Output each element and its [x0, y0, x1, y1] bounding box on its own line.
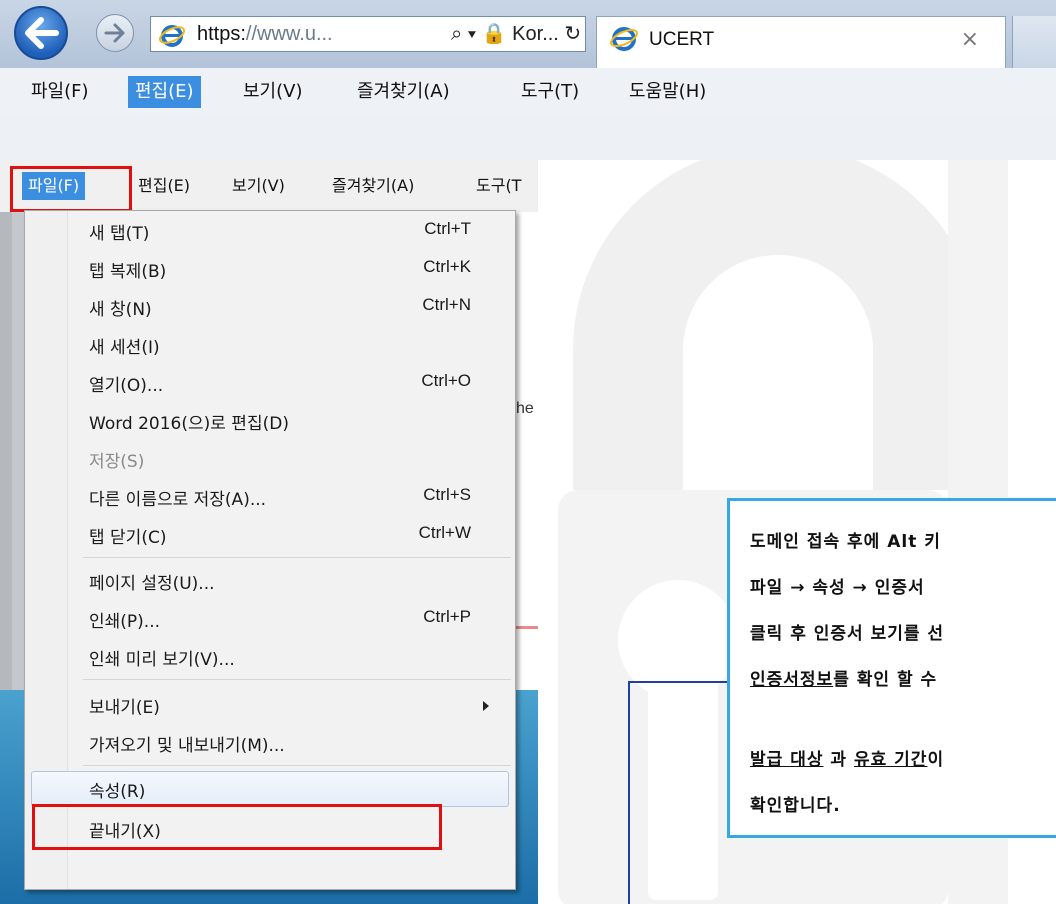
menu-label: 저장(S): [89, 452, 145, 472]
inset-page-fragment: he: [516, 400, 534, 417]
menu-shortcut: Ctrl+T: [424, 219, 471, 238]
new-tab-area[interactable]: [1012, 16, 1056, 68]
menu-tools[interactable]: 도구(T): [514, 76, 586, 108]
callout-line-4-rest: 를 확인 할 수: [833, 670, 938, 690]
callout-connector: [628, 681, 729, 683]
menu-label: 새 탭(T): [89, 224, 150, 244]
menu-item-send[interactable]: 보내기(E): [25, 687, 515, 723]
inset-menu-tools[interactable]: 도구(T: [470, 172, 527, 200]
menu-item-close-tab[interactable]: 탭 닫기(C) Ctrl+W: [25, 517, 515, 553]
cert-info-link: 인증서정보: [750, 670, 834, 690]
callout-line-3: 클릭 후 인증서 보기를 선: [750, 624, 945, 644]
menu-label: 속성(R): [89, 782, 146, 802]
instruction-callout: 도메인 접속 후에 Alt 키 파일 → 속성 → 인증서 클릭 후 인증서 보…: [727, 498, 1056, 838]
menu-favorites[interactable]: 즐겨찾기(A): [350, 76, 457, 108]
callout-line-1: 도메인 접속 후에 Alt 키: [750, 532, 941, 552]
menu-shortcut: Ctrl+P: [423, 607, 471, 626]
url-field[interactable]: https://www.u... ⌕ ▾ 🔒 Kor... ↻: [150, 16, 586, 52]
menu-item-new-tab[interactable]: 새 탭(T) Ctrl+T: [25, 213, 515, 249]
menu-label: 인쇄 미리 보기(V)...: [89, 650, 235, 670]
menu-label: 다른 이름으로 저장(A)...: [89, 490, 267, 510]
menu-label: 보내기(E): [89, 698, 160, 718]
menu-item-edit-word[interactable]: Word 2016(으)로 편집(D): [25, 403, 515, 439]
address-bar: https://www.u... ⌕ ▾ 🔒 Kor... ↻ UCERT ×: [0, 0, 1056, 69]
menu-shortcut: Ctrl+N: [422, 295, 471, 314]
menu-file[interactable]: 파일(F): [24, 76, 96, 108]
valid-period-label: 유효 기간: [853, 750, 928, 770]
menu-item-save: 저장(S): [25, 441, 515, 477]
forward-button[interactable]: [96, 14, 134, 52]
inset-menu-view[interactable]: 보기(V): [226, 172, 291, 200]
tab-ucert[interactable]: UCERT ×: [596, 16, 1006, 68]
menu-label: 새 세션(I): [89, 338, 160, 358]
menu-help[interactable]: 도움말(H): [622, 76, 713, 108]
menu-label: 탭 닫기(C): [89, 528, 167, 548]
close-tab-icon[interactable]: ×: [961, 27, 979, 52]
menu-shortcut: Ctrl+O: [421, 371, 471, 390]
menu-label: Word 2016(으)로 편집(D): [89, 414, 289, 434]
menu-shortcut: Ctrl+K: [423, 257, 471, 276]
callout-line-2: 파일 → 속성 → 인증서: [750, 578, 925, 598]
inset-divider: [516, 626, 538, 629]
ie-logo-icon: [159, 25, 185, 47]
submenu-arrow-icon: [483, 701, 489, 711]
command-strip: [0, 116, 1056, 161]
callout-line-5-rest: 이: [927, 750, 945, 770]
menu-item-print[interactable]: 인쇄(P)... Ctrl+P: [25, 601, 515, 637]
callout-line-6: 확인합니다.: [750, 796, 841, 816]
arrow-left-icon: [25, 17, 59, 49]
file-menu-dropdown: 새 탭(T) Ctrl+T 탭 복제(B) Ctrl+K 새 창(N) Ctrl…: [24, 210, 516, 890]
back-button[interactable]: [14, 6, 68, 60]
callout-line-5-mid: 과: [823, 750, 854, 770]
menu-item-import-export[interactable]: 가져오기 및 내보내기(M)...: [25, 725, 515, 761]
menu-label: 인쇄(P)...: [89, 612, 161, 632]
menu-label: 가져오기 및 내보내기(M)...: [89, 736, 285, 756]
menu-label: 탭 복제(B): [89, 262, 167, 282]
menu-item-new-window[interactable]: 새 창(N) Ctrl+N: [25, 289, 515, 325]
menu-item-duplicate-tab[interactable]: 탭 복제(B) Ctrl+K: [25, 251, 515, 287]
inset-menu-edit[interactable]: 편집(E): [132, 172, 196, 200]
callout-line-4: 인증서정보를 확인 할 수: [750, 665, 937, 690]
url-tools-group[interactable]: ⌕ ▾ 🔒 Kor... ↻: [451, 21, 581, 46]
arrow-right-icon: [104, 23, 125, 43]
file-menu-highlight: [10, 166, 132, 212]
menu-shortcut: Ctrl+W: [418, 523, 471, 542]
menu-label: 페이지 설정(U)...: [89, 574, 215, 594]
issued-to-label: 발급 대상: [750, 750, 824, 770]
menu-view[interactable]: 보기(V): [236, 76, 309, 108]
properties-highlight: [32, 804, 442, 850]
callout-line-5: 발급 대상 과 유효 기간이: [750, 745, 944, 770]
menu-separator: [83, 557, 511, 558]
menu-shortcut: Ctrl+S: [423, 485, 471, 504]
menu-label: 새 창(N): [89, 300, 152, 320]
menu-edit[interactable]: 편집(E): [128, 76, 201, 108]
menu-separator: [83, 765, 511, 766]
menu-item-properties[interactable]: 속성(R): [31, 771, 509, 807]
callout-connector-vertical: [628, 681, 630, 904]
url-text: https://www.u...: [197, 23, 333, 45]
inset-menu-favorites[interactable]: 즐겨찾기(A): [326, 172, 420, 200]
menu-item-open[interactable]: 열기(O)... Ctrl+O: [25, 365, 515, 401]
menu-item-new-session[interactable]: 새 세션(I): [25, 327, 515, 363]
menu-bar: 파일(F) 편집(E) 보기(V) 즐겨찾기(A) 도구(T) 도움말(H): [0, 68, 1056, 117]
ie-tab-icon: [610, 27, 638, 51]
menu-item-save-as[interactable]: 다른 이름으로 저장(A)... Ctrl+S: [25, 479, 515, 515]
menu-item-print-preview[interactable]: 인쇄 미리 보기(V)...: [25, 639, 515, 675]
menu-item-page-setup[interactable]: 페이지 설정(U)...: [25, 563, 515, 599]
menu-separator: [83, 679, 511, 680]
tab-title: UCERT: [649, 29, 715, 50]
menu-label: 열기(O)...: [89, 376, 164, 396]
